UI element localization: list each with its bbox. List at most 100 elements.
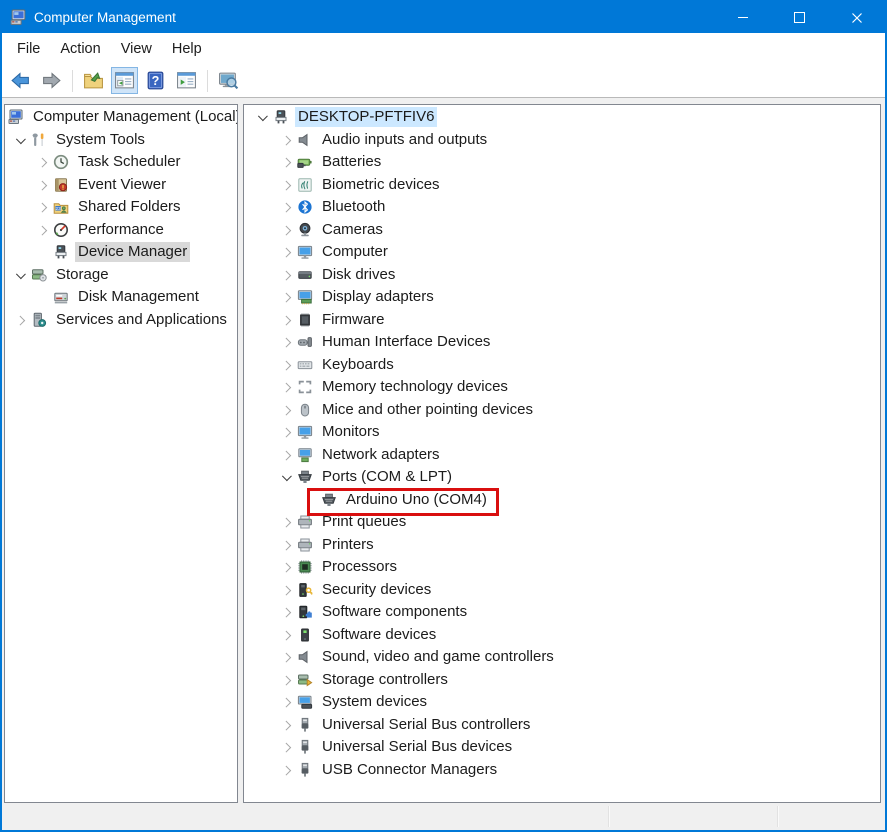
tree-item-label[interactable]: Network adapters <box>319 445 443 465</box>
chevron-right-icon[interactable] <box>277 736 297 759</box>
tree-item-label[interactable]: Computer <box>319 242 391 262</box>
tree-item[interactable]: Batteries <box>244 151 880 174</box>
tree-item-label[interactable]: Universal Serial Bus controllers <box>319 715 533 735</box>
tree-item-label[interactable]: Shared Folders <box>75 197 184 217</box>
tree-item-label[interactable]: Memory technology devices <box>319 377 511 397</box>
tree-item[interactable]: Event Viewer <box>5 174 237 197</box>
tree-item-label[interactable]: Arduino Uno (COM4) <box>343 490 490 510</box>
tree-item-label[interactable]: Mice and other pointing devices <box>319 400 536 420</box>
chevron-right-icon[interactable] <box>277 511 297 534</box>
tree-item-label[interactable]: Software components <box>319 602 470 622</box>
chevron-right-icon[interactable] <box>33 151 53 174</box>
tree-item-label[interactable]: Task Scheduler <box>75 152 184 172</box>
chevron-right-icon[interactable] <box>277 376 297 399</box>
chevron-right-icon[interactable] <box>277 286 297 309</box>
chevron-right-icon[interactable] <box>277 174 297 197</box>
forward-button[interactable] <box>38 67 65 94</box>
tree-item-label[interactable]: Audio inputs and outputs <box>319 130 490 150</box>
chevron-right-icon[interactable] <box>277 624 297 647</box>
tree-item-label[interactable]: Disk drives <box>319 265 398 285</box>
tree-item[interactable]: Task Scheduler <box>5 151 237 174</box>
show-console-tree-button[interactable] <box>111 67 138 94</box>
chevron-right-icon[interactable] <box>277 264 297 287</box>
tree-item[interactable]: System devices <box>244 691 880 714</box>
tree-item[interactable]: Bluetooth <box>244 196 880 219</box>
maximize-button[interactable] <box>771 2 828 33</box>
tree-item-label[interactable]: Performance <box>75 220 167 240</box>
tree-item[interactable]: Printers <box>244 534 880 557</box>
menu-file[interactable]: File <box>7 41 50 57</box>
tree-item-label[interactable]: Universal Serial Bus devices <box>319 737 515 757</box>
tree-item-label[interactable]: Print queues <box>319 512 409 532</box>
tree-item-label[interactable]: Device Manager <box>75 242 190 262</box>
tree-item-label[interactable]: Batteries <box>319 152 384 172</box>
chevron-right-icon[interactable] <box>277 196 297 219</box>
chevron-right-icon[interactable] <box>277 556 297 579</box>
tree-item[interactable]: Firmware <box>244 309 880 332</box>
tree-item[interactable]: Universal Serial Bus devices <box>244 736 880 759</box>
tree-item[interactable]: Computer <box>244 241 880 264</box>
tree-item[interactable]: Software components <box>244 601 880 624</box>
tree-item[interactable]: Disk drives <box>244 264 880 287</box>
minimize-button[interactable] <box>714 2 771 33</box>
chevron-down-icon[interactable] <box>253 106 273 129</box>
tree-item[interactable]: Mice and other pointing devices <box>244 399 880 422</box>
tree-item[interactable]: Network adapters <box>244 444 880 467</box>
chevron-down-icon[interactable] <box>11 264 31 287</box>
tree-item-label[interactable]: Bluetooth <box>319 197 388 217</box>
tree-item[interactable]: USB Connector Managers <box>244 759 880 782</box>
tree-item[interactable]: Computer Management (Local) <box>5 106 237 129</box>
tree-item-label[interactable]: Monitors <box>319 422 383 442</box>
menu-help[interactable]: Help <box>162 41 212 57</box>
menu-action[interactable]: Action <box>50 41 110 57</box>
tree-item[interactable]: Disk Management <box>5 286 237 309</box>
chevron-right-icon[interactable] <box>277 151 297 174</box>
tree-item-label[interactable]: DESKTOP-PFTFIV6 <box>295 107 437 127</box>
tree-item[interactable]: Keyboards <box>244 354 880 377</box>
chevron-right-icon[interactable] <box>277 759 297 782</box>
chevron-right-icon[interactable] <box>33 196 53 219</box>
tree-item-label[interactable]: System Tools <box>53 130 148 150</box>
chevron-right-icon[interactable] <box>277 714 297 737</box>
chevron-right-icon[interactable] <box>277 241 297 264</box>
chevron-right-icon[interactable] <box>277 534 297 557</box>
tree-item[interactable]: Security devices <box>244 579 880 602</box>
back-button[interactable] <box>7 67 34 94</box>
tree-item[interactable]: Print queues <box>244 511 880 534</box>
chevron-right-icon[interactable] <box>33 174 53 197</box>
tree-item-label[interactable]: Sound, video and game controllers <box>319 647 557 667</box>
tree-item[interactable]: Storage <box>5 264 237 287</box>
tree-item[interactable]: Performance <box>5 219 237 242</box>
tree-item-device-manager[interactable]: Device Manager <box>5 241 237 264</box>
chevron-right-icon[interactable] <box>33 219 53 242</box>
tree-item-label[interactable]: USB Connector Managers <box>319 760 500 780</box>
chevron-right-icon[interactable] <box>277 129 297 152</box>
tree-item[interactable]: Display adapters <box>244 286 880 309</box>
tree-item[interactable]: Biometric devices <box>244 174 880 197</box>
scan-hardware-changes-button[interactable] <box>215 67 242 94</box>
tree-item-label[interactable]: Security devices <box>319 580 434 600</box>
chevron-right-icon[interactable] <box>277 669 297 692</box>
tree-item-label[interactable]: Storage <box>53 265 112 285</box>
up-one-level-button[interactable] <box>80 67 107 94</box>
chevron-down-icon[interactable] <box>11 129 31 152</box>
tree-item-label[interactable]: Event Viewer <box>75 175 169 195</box>
tree-item-label[interactable]: Storage controllers <box>319 670 451 690</box>
chevron-right-icon[interactable] <box>277 579 297 602</box>
tree-item-label[interactable]: Disk Management <box>75 287 202 307</box>
chevron-right-icon[interactable] <box>277 646 297 669</box>
tree-item-label[interactable]: Ports (COM & LPT) <box>319 467 455 487</box>
chevron-right-icon[interactable] <box>277 354 297 377</box>
tree-item[interactable]: System Tools <box>5 129 237 152</box>
chevron-right-icon[interactable] <box>277 399 297 422</box>
tree-item[interactable]: Processors <box>244 556 880 579</box>
tree-item[interactable]: Monitors <box>244 421 880 444</box>
tree-item[interactable]: Sound, video and game controllers <box>244 646 880 669</box>
chevron-right-icon[interactable] <box>277 691 297 714</box>
tree-item-ports[interactable]: Ports (COM & LPT) <box>244 466 880 489</box>
tree-item[interactable]: Memory technology devices <box>244 376 880 399</box>
tree-item-label[interactable]: Computer Management (Local) <box>30 107 238 127</box>
tree-item-label[interactable]: Software devices <box>319 625 439 645</box>
chevron-right-icon[interactable] <box>277 331 297 354</box>
chevron-right-icon[interactable] <box>277 219 297 242</box>
